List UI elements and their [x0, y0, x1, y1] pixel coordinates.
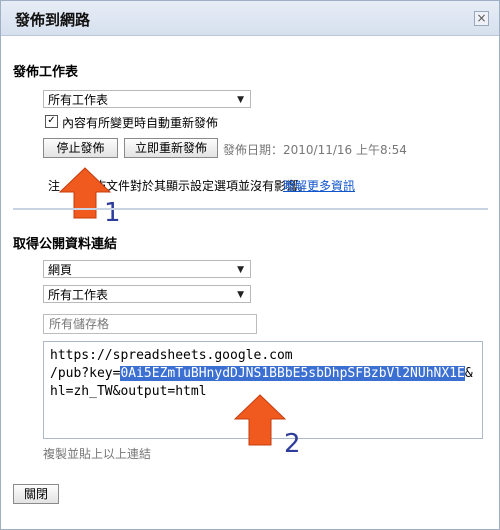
url-key-suffix: &	[464, 366, 473, 381]
publish-sheet-select[interactable]: 所有工作表 ▼	[43, 90, 251, 108]
close-icon[interactable]: ×	[474, 11, 489, 26]
learn-more-link[interactable]: 瞭解更多資訊	[283, 177, 355, 194]
copy-link-hint: 複製並貼上以上連結	[43, 447, 152, 461]
link-sheet-select[interactable]: 所有工作表 ▼	[43, 285, 251, 303]
publish-date: 發佈日期：2010/11/16 上午8:54	[223, 143, 407, 157]
republish-now-button[interactable]: 立即重新發佈	[124, 138, 218, 158]
annotation-number-2: 2	[284, 429, 301, 459]
annotation-number-1: 1	[104, 198, 121, 228]
dialog-title: 發佈到網路	[15, 11, 91, 29]
publish-sheet-select-value: 所有工作表	[48, 93, 109, 107]
auto-republish-checkbox[interactable]: ✓	[45, 115, 58, 128]
stop-publishing-button[interactable]: 停止發佈	[43, 138, 118, 158]
url-line-1: https://spreadsheets.google.com	[50, 348, 293, 363]
url-key-selected: 0Ai5EZmTuBHnydDJNS1BBbE5sbDhpSFBzbVl2NUh…	[120, 366, 465, 381]
chevron-down-icon: ▼	[237, 95, 244, 105]
annotation-arrow-up-icon	[233, 394, 287, 446]
publish-section-heading: 發佈工作表	[13, 65, 79, 80]
auto-republish-label: 內容有所變更時自動重新發佈	[62, 116, 219, 130]
chevron-down-icon: ▼	[237, 290, 244, 300]
link-section-heading: 取得公開資料連結	[13, 237, 118, 252]
link-sheet-select-value: 所有工作表	[48, 288, 109, 302]
publish-note-text: 佈文件對於其顯示設定選項並沒有影響。	[94, 179, 311, 193]
section-divider	[13, 208, 488, 210]
url-key-prefix: /pub?key=	[50, 366, 121, 381]
format-select[interactable]: 網頁 ▼	[43, 260, 251, 278]
format-select-value: 網頁	[48, 263, 73, 277]
publish-dialog: 發佈到網路 × 發佈工作表 所有工作表 ▼ ✓ 內容有所變更時自動重新發佈 停止…	[0, 0, 500, 530]
close-button[interactable]: 關閉	[13, 484, 59, 504]
dialog-titlebar: 發佈到網路 ×	[1, 1, 499, 36]
chevron-down-icon: ▼	[237, 265, 244, 275]
cell-range-input[interactable]: 所有儲存格	[43, 314, 257, 334]
url-line-2: /pub?key=0Ai5EZmTuBHnydDJNS1BBbE5sbDhpSF…	[50, 365, 476, 383]
